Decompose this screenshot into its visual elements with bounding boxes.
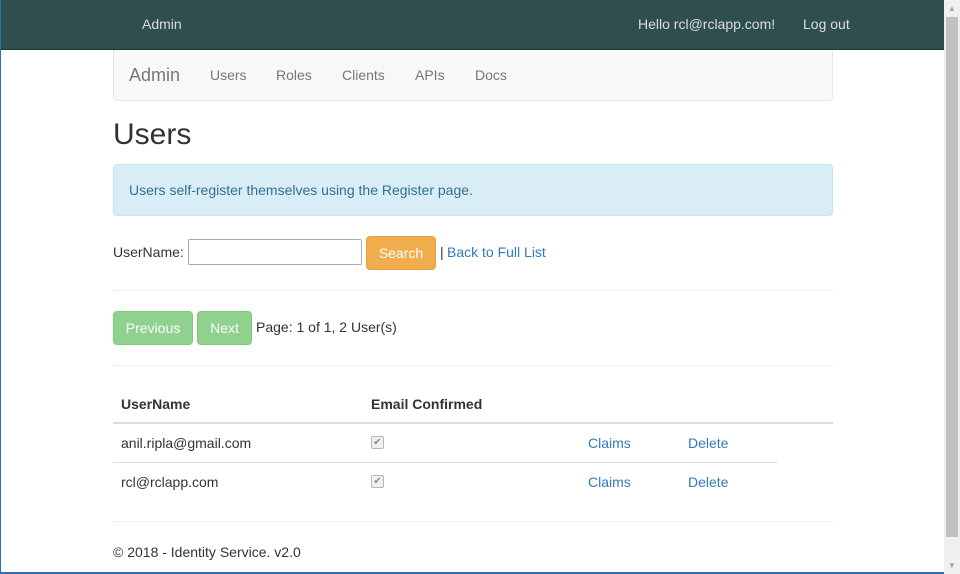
scroll-up-arrow-icon[interactable]: ▲: [944, 0, 960, 17]
back-to-full-list-link[interactable]: Back to Full List: [447, 244, 546, 260]
table-row: anil.ripla@gmail.com ✔ Claims Delete: [113, 424, 777, 463]
column-header-username: UserName: [121, 396, 191, 412]
page-title: Users: [113, 118, 192, 151]
column-header-email-confirmed: Email Confirmed: [371, 396, 483, 412]
delete-link[interactable]: Delete: [688, 435, 728, 451]
subnav-brand[interactable]: Admin: [129, 65, 180, 86]
username-search-input[interactable]: [188, 239, 362, 265]
claims-link[interactable]: Claims: [588, 435, 631, 451]
user-greeting[interactable]: Hello rcl@rclapp.com!: [638, 16, 775, 32]
subnav-item-docs[interactable]: Docs: [475, 67, 507, 83]
subnav-item-clients[interactable]: Clients: [342, 67, 385, 83]
next-button[interactable]: Next: [197, 311, 252, 345]
browser-viewport: Admin Hello rcl@rclapp.com! Log out Admi…: [0, 0, 944, 574]
email-confirmed-checkbox: ✔: [371, 475, 384, 488]
subnav-item-users[interactable]: Users: [210, 67, 247, 83]
subnav-item-roles[interactable]: Roles: [276, 67, 312, 83]
delete-link[interactable]: Delete: [688, 474, 728, 490]
claims-link[interactable]: Claims: [588, 474, 631, 490]
info-alert: Users self-register themselves using the…: [113, 164, 833, 216]
divider: [113, 521, 833, 522]
email-confirmed-checkbox: ✔: [371, 436, 384, 449]
checkmark-icon: ✔: [373, 476, 382, 487]
checkmark-icon: ✔: [373, 437, 382, 448]
previous-button[interactable]: Previous: [113, 311, 193, 345]
divider: [113, 290, 833, 291]
vertical-scrollbar[interactable]: ▲ ▼: [944, 0, 960, 574]
logout-link[interactable]: Log out: [803, 16, 850, 32]
page-info: Page: 1 of 1, 2 User(s): [256, 319, 397, 335]
subnav-item-apis[interactable]: APIs: [415, 67, 445, 83]
pager: Previous Next Page: 1 of 1, 2 User(s): [113, 311, 833, 345]
footer-text: © 2018 - Identity Service. v2.0: [113, 544, 301, 560]
username-cell: rcl@rclapp.com: [121, 474, 219, 490]
separator: |: [440, 244, 444, 260]
search-button[interactable]: Search: [366, 236, 436, 270]
divider: [113, 365, 833, 366]
scrollbar-thumb[interactable]: [946, 17, 958, 537]
admin-subnav: Admin Users Roles Clients APIs Docs: [113, 50, 833, 101]
top-navbar: Admin Hello rcl@rclapp.com! Log out: [1, 0, 944, 50]
navbar-brand[interactable]: Admin: [142, 16, 182, 32]
table-row: rcl@rclapp.com ✔ Claims Delete: [113, 463, 777, 502]
scroll-down-arrow-icon[interactable]: ▼: [944, 557, 960, 574]
search-form: UserName: Search | Back to Full List: [113, 236, 833, 270]
username-label: UserName:: [113, 244, 184, 260]
username-cell: anil.ripla@gmail.com: [121, 435, 252, 451]
